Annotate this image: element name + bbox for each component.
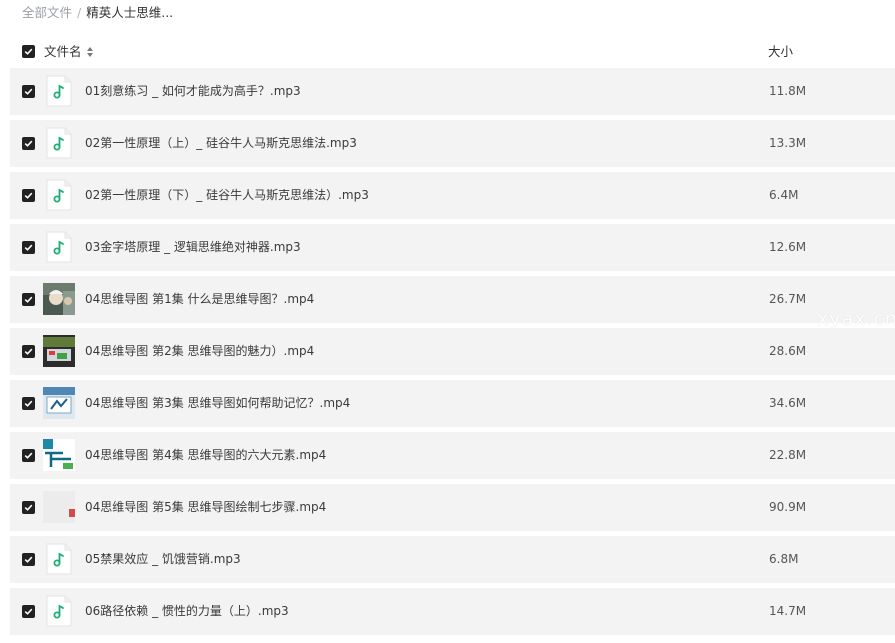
file-name[interactable]: 04思维导图 第3集 思维导图如何帮助记忆？.mp4 xyxy=(85,380,350,427)
file-name[interactable]: 01刻意练习 _ 如何才能成为高手？.mp3 xyxy=(85,68,301,115)
file-name[interactable]: 04思维导图 第4集 思维导图的六大元素.mp4 xyxy=(85,432,326,479)
row-checkbox[interactable] xyxy=(22,241,35,254)
video-thumbnail-icon xyxy=(43,387,75,419)
sort-icon[interactable] xyxy=(86,46,94,58)
file-size: 26.7M xyxy=(769,292,807,306)
file-size: 22.8M xyxy=(769,448,807,462)
file-size: 14.7M xyxy=(769,604,807,618)
file-size: 6.4M xyxy=(769,188,799,202)
file-name[interactable]: 04思维导图 第2集 思维导图的魅力）.mp4 xyxy=(85,328,314,375)
music-file-icon xyxy=(43,179,75,211)
music-file-icon xyxy=(43,75,75,107)
file-row[interactable]: 04思维导图 第2集 思维导图的魅力）.mp4 28.6M xyxy=(10,328,895,375)
video-thumbnail-icon xyxy=(43,283,75,315)
file-row[interactable]: 03金字塔原理 _ 逻辑思维绝对神器.mp3 12.6M xyxy=(10,224,895,271)
row-checkbox[interactable] xyxy=(22,189,35,202)
file-name[interactable]: 03金字塔原理 _ 逻辑思维绝对神器.mp3 xyxy=(85,224,301,271)
select-all-checkbox[interactable] xyxy=(22,45,35,58)
breadcrumb-current: 精英人士思维... xyxy=(86,5,174,20)
file-name[interactable]: 04思维导图 第1集 什么是思维导图？.mp4 xyxy=(85,276,314,323)
row-checkbox[interactable] xyxy=(22,345,35,358)
file-size: 12.6M xyxy=(769,240,807,254)
row-checkbox[interactable] xyxy=(22,137,35,150)
file-row[interactable]: 02第一性原理（上）_ 硅谷牛人马斯克思维法.mp3 13.3M xyxy=(10,120,895,167)
row-checkbox[interactable] xyxy=(22,449,35,462)
file-size: 34.6M xyxy=(769,396,807,410)
file-row[interactable]: 05禁果效应 _ 饥饿营销.mp3 6.8M xyxy=(10,536,895,583)
file-row[interactable]: 04思维导图 第1集 什么是思维导图？.mp4 26.7M xyxy=(10,276,895,323)
file-size: 28.6M xyxy=(769,344,807,358)
file-size: 90.9M xyxy=(769,500,807,514)
row-checkbox[interactable] xyxy=(22,553,35,566)
row-checkbox[interactable] xyxy=(22,293,35,306)
row-checkbox[interactable] xyxy=(22,85,35,98)
file-row[interactable]: 04思维导图 第3集 思维导图如何帮助记忆？.mp4 34.6M xyxy=(10,380,895,427)
breadcrumb: 全部文件 / 精英人士思维... xyxy=(22,4,173,22)
file-row[interactable]: 06路径依赖 _ 惯性的力量（上）.mp3 14.7M xyxy=(10,588,895,635)
video-thumbnail-icon xyxy=(43,491,75,523)
file-name[interactable]: 04思维导图 第5集 思维导图绘制七步骤.mp4 xyxy=(85,484,326,531)
column-header-size[interactable]: 大小 xyxy=(768,42,793,62)
file-name[interactable]: 02第一性原理（上）_ 硅谷牛人马斯克思维法.mp3 xyxy=(85,120,357,167)
file-row[interactable]: 04思维导图 第5集 思维导图绘制七步骤.mp4 90.9M xyxy=(10,484,895,531)
file-name[interactable]: 06路径依赖 _ 惯性的力量（上）.mp3 xyxy=(85,588,289,635)
music-file-icon xyxy=(43,543,75,575)
file-row[interactable]: 01刻意练习 _ 如何才能成为高手？.mp3 11.8M xyxy=(10,68,895,115)
row-checkbox[interactable] xyxy=(22,397,35,410)
breadcrumb-separator: / xyxy=(77,5,82,20)
breadcrumb-root-link[interactable]: 全部文件 xyxy=(22,5,72,20)
music-file-icon xyxy=(43,231,75,263)
watermark-text: xyax.cn xyxy=(817,308,895,330)
file-size: 11.8M xyxy=(769,84,807,98)
music-file-icon xyxy=(43,595,75,627)
file-row[interactable]: 04思维导图 第4集 思维导图的六大元素.mp4 22.8M xyxy=(10,432,895,479)
video-thumbnail-icon xyxy=(43,335,75,367)
file-list-header: 文件名 大小 xyxy=(0,40,895,64)
file-row[interactable]: 02第一性原理（下）_ 硅谷牛人马斯克思维法）.mp3 6.4M xyxy=(10,172,895,219)
music-file-icon xyxy=(43,127,75,159)
file-size: 6.8M xyxy=(769,552,799,566)
file-name[interactable]: 05禁果效应 _ 饥饿营销.mp3 xyxy=(85,536,241,583)
row-checkbox[interactable] xyxy=(22,605,35,618)
file-size: 13.3M xyxy=(769,136,807,150)
file-name[interactable]: 02第一性原理（下）_ 硅谷牛人马斯克思维法）.mp3 xyxy=(85,172,369,219)
row-checkbox[interactable] xyxy=(22,501,35,514)
video-thumbnail-icon xyxy=(43,439,75,471)
column-header-name[interactable]: 文件名 xyxy=(44,42,82,62)
